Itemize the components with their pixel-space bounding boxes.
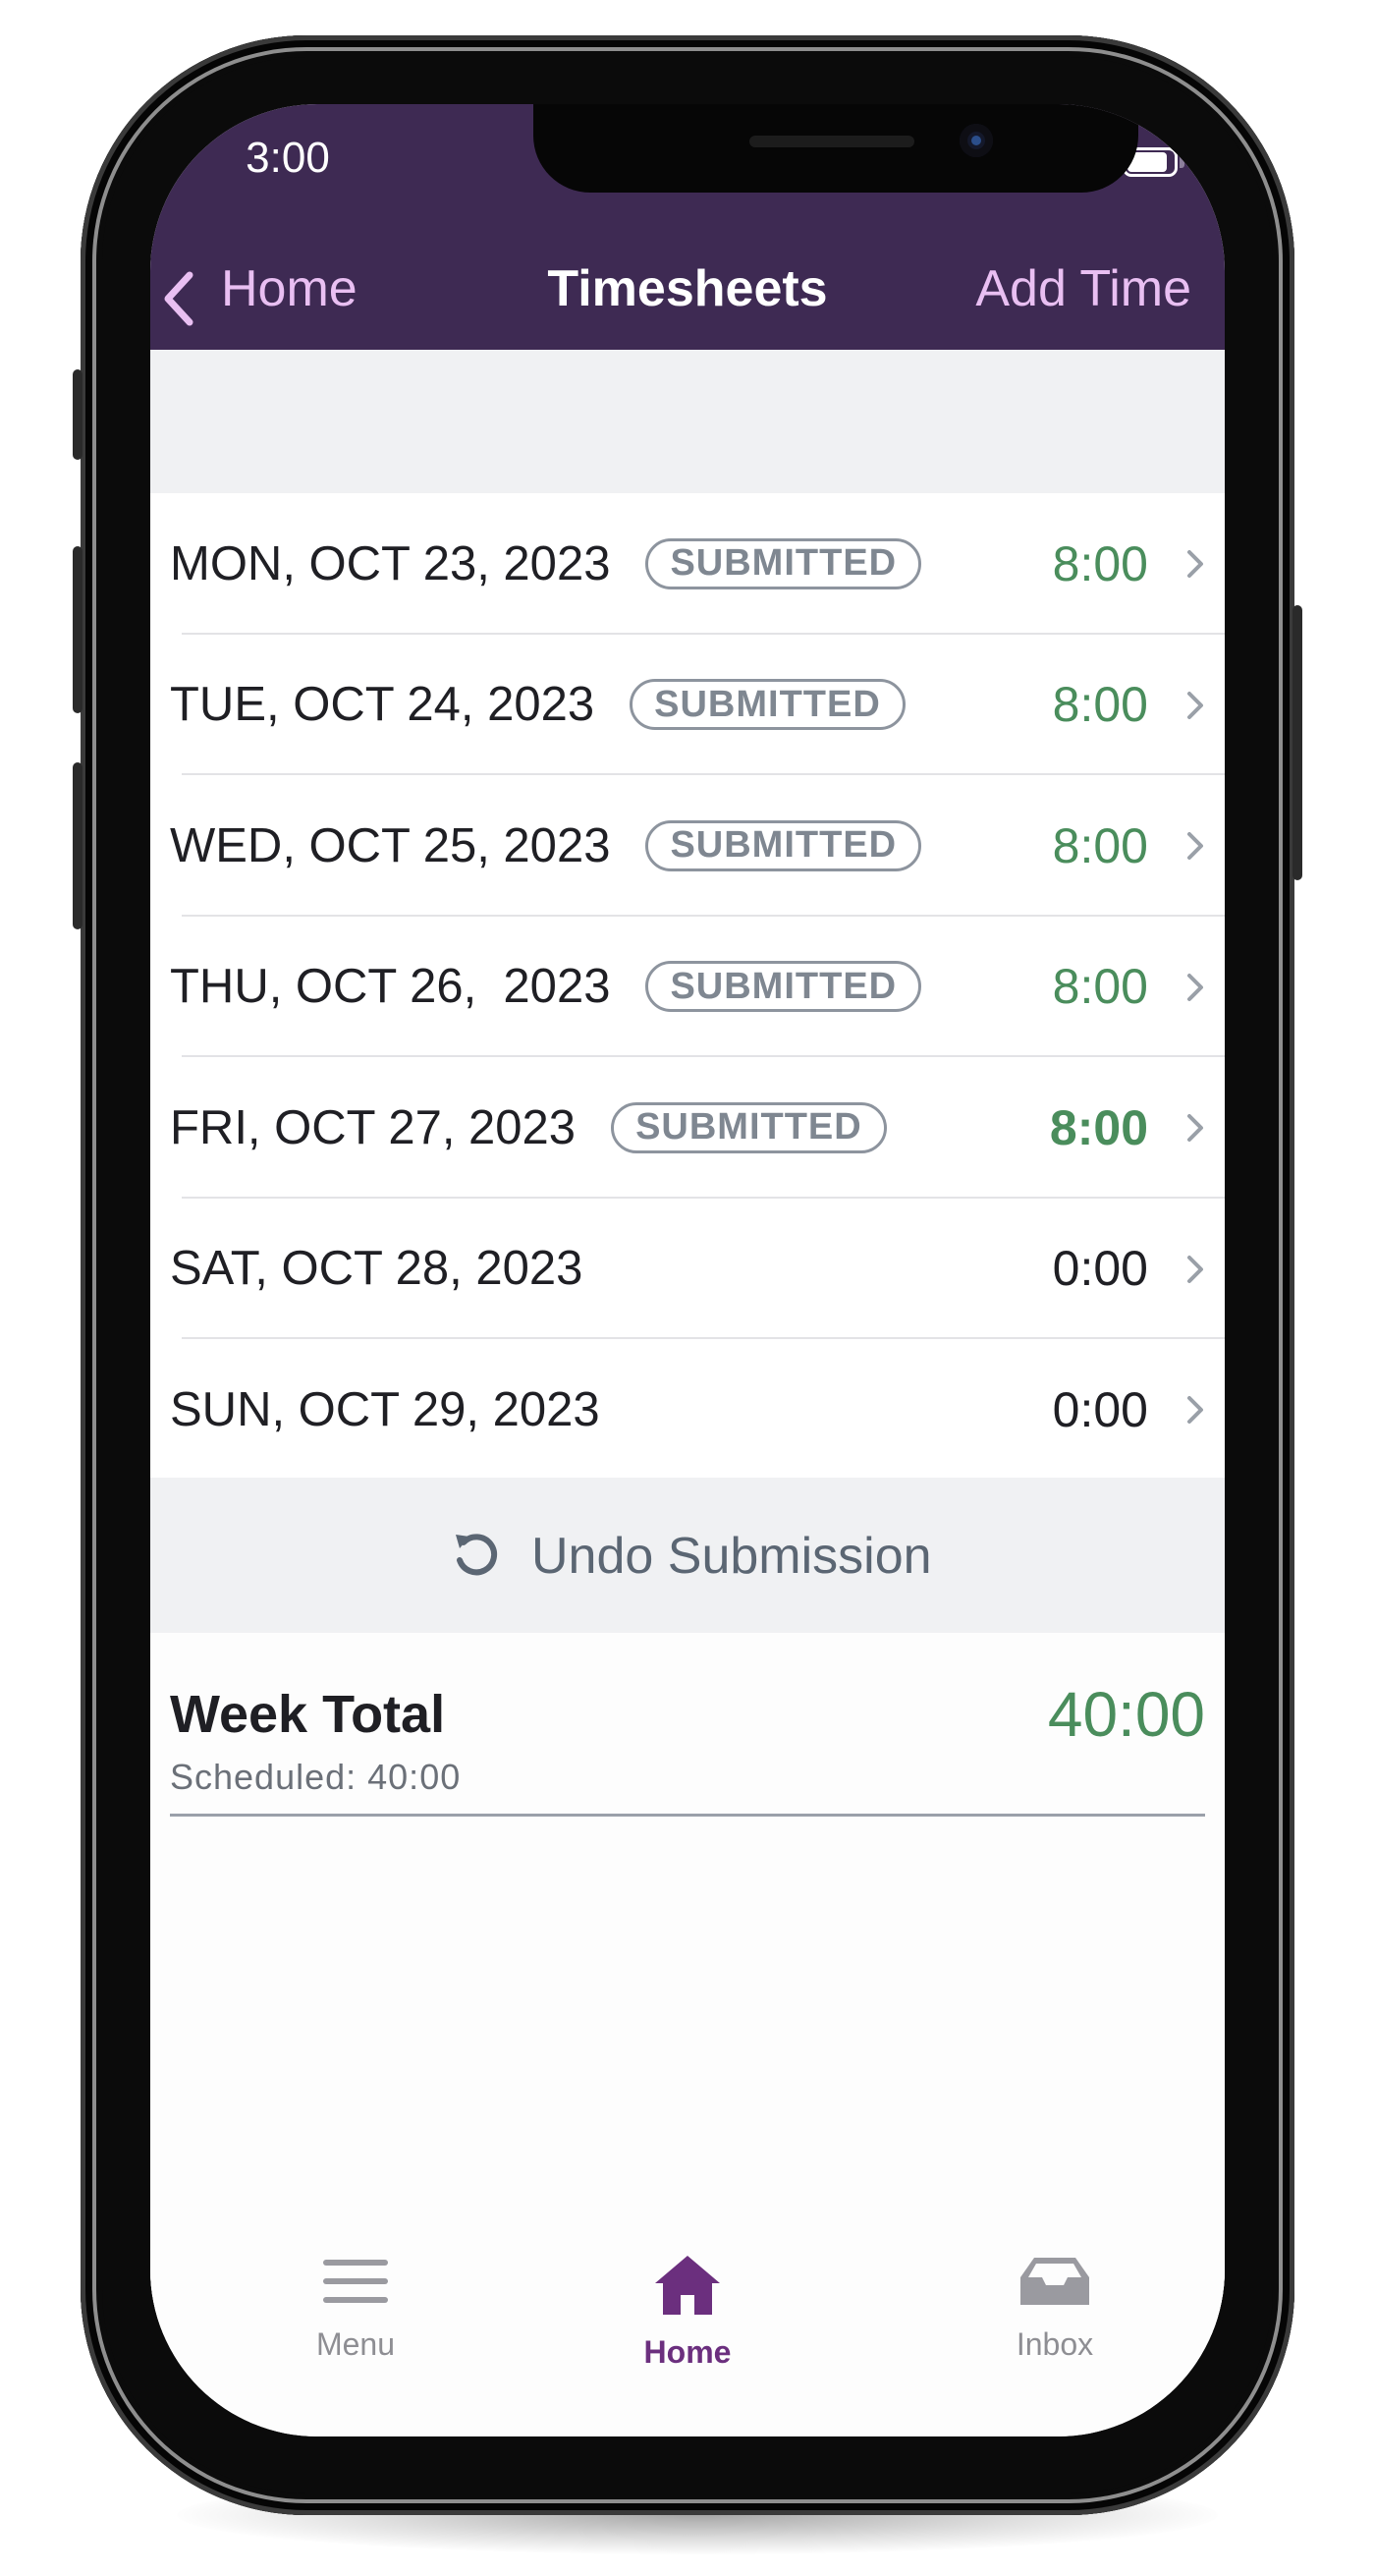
notch	[533, 104, 1138, 193]
tab-inbox[interactable]: Inbox	[947, 2254, 1163, 2391]
day-row-thu[interactable]: THU, OCT 26, 2023 SUBMITTED 8:00	[150, 917, 1225, 1058]
day-date: SUN, OCT 29, 2023	[170, 1382, 600, 1436]
day-row-wed[interactable]: WED, OCT 25, 2023 SUBMITTED 8:00	[150, 775, 1225, 917]
chevron-right-icon	[1187, 1114, 1203, 1142]
chevron-right-icon	[1187, 550, 1203, 578]
phone-screen: 3:00 Home Timesheets Add Time MON, OCT 2…	[150, 104, 1225, 2436]
scheduled-hours: Scheduled: 40:00	[170, 1757, 462, 1797]
day-row-sat[interactable]: SAT, OCT 28, 2023 0:00	[150, 1199, 1225, 1340]
day-hours: 8:00	[1049, 1099, 1148, 1155]
day-row-fri[interactable]: FRI, OCT 27, 2023 SUBMITTED 8:00	[150, 1057, 1225, 1199]
chevron-right-icon	[1187, 973, 1203, 1001]
hamburger-menu-icon	[323, 2260, 388, 2303]
tab-home-label: Home	[643, 2334, 732, 2370]
tab-inbox-label: Inbox	[1016, 2326, 1094, 2362]
day-date: WED, OCT 25, 2023	[170, 818, 611, 872]
day-date: THU, OCT 26, 2023	[170, 960, 611, 1014]
undo-submission-label: Undo Submission	[531, 1528, 932, 1585]
day-date: TUE, OCT 24, 2023	[170, 678, 595, 732]
week-total-value: 40:00	[1047, 1679, 1205, 1750]
chevron-right-icon	[1187, 1396, 1203, 1424]
undo-icon	[456, 1534, 498, 1576]
chevron-right-icon	[1187, 832, 1203, 860]
chevron-right-icon	[1187, 1255, 1203, 1283]
day-row-mon[interactable]: MON, OCT 23, 2023 SUBMITTED 8:00	[150, 493, 1225, 635]
status-badge: SUBMITTED	[645, 537, 922, 589]
status-badge: SUBMITTED	[645, 961, 922, 1013]
day-date: MON, OCT 23, 2023	[170, 536, 611, 590]
chevron-right-icon	[1187, 691, 1203, 719]
day-hours: 0:00	[1052, 1381, 1148, 1437]
day-row-sun[interactable]: SUN, OCT 29, 2023 0:00	[150, 1339, 1225, 1481]
earpiece-speaker	[749, 136, 914, 147]
day-date: FRI, OCT 27, 2023	[170, 1100, 577, 1154]
divider	[170, 1814, 1205, 1817]
week-total-title: Week Total	[170, 1685, 446, 1744]
tab-menu-label: Menu	[315, 2326, 396, 2362]
day-hours: 8:00	[1052, 677, 1148, 733]
day-row-tue[interactable]: TUE, OCT 24, 2023 SUBMITTED 8:00	[150, 635, 1225, 776]
day-hours: 0:00	[1052, 1241, 1148, 1297]
tab-bar: Menu Home Inbox	[150, 2246, 1225, 2436]
status-time: 3:00	[246, 134, 330, 182]
front-camera	[960, 124, 993, 157]
volume-up-button	[73, 546, 82, 713]
tab-menu[interactable]: Menu	[248, 2254, 464, 2391]
day-hours: 8:00	[1052, 535, 1148, 591]
tab-home[interactable]: Home	[579, 2254, 796, 2391]
day-date: SAT, OCT 28, 2023	[170, 1242, 583, 1296]
day-hours: 8:00	[1052, 817, 1148, 873]
status-badge: SUBMITTED	[630, 679, 906, 731]
day-hours: 8:00	[1052, 959, 1148, 1015]
volume-down-button	[73, 762, 82, 929]
status-badge: SUBMITTED	[611, 1101, 887, 1153]
undo-submission-button[interactable]: Undo Submission	[150, 1478, 1225, 1633]
mute-switch	[73, 369, 82, 460]
power-button	[1292, 605, 1302, 880]
add-time-button[interactable]: Add Time	[975, 259, 1191, 318]
header-spacer	[150, 350, 1225, 493]
week-total-section: Week Total Scheduled: 40:00 40:00	[150, 1633, 1225, 1829]
status-badge: SUBMITTED	[645, 819, 922, 871]
inbox-tray-icon	[1020, 2258, 1089, 2305]
day-list: MON, OCT 23, 2023 SUBMITTED 8:00 TUE, OC…	[150, 493, 1225, 1481]
home-icon	[655, 2256, 720, 2315]
